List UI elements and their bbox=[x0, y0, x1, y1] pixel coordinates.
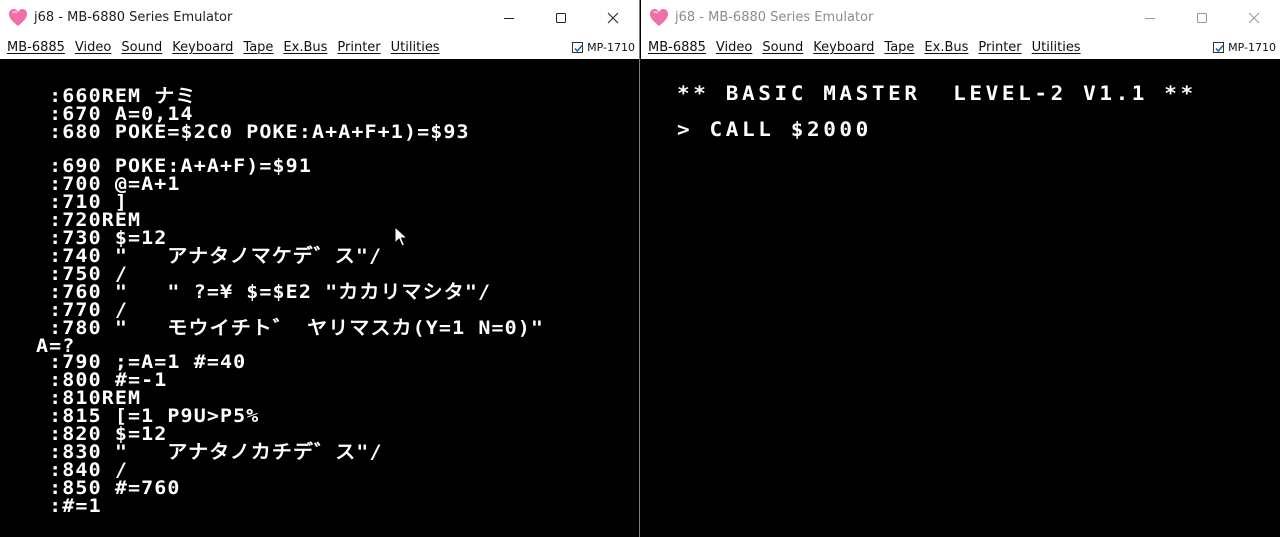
menu-bar: MB-6885 Video Sound Keyboard Tape Ex.Bus… bbox=[0, 35, 639, 59]
checkbox[interactable] bbox=[572, 41, 584, 53]
menu-item-mb-6885[interactable]: MB-6885 bbox=[2, 40, 70, 55]
menu-item-tape[interactable]: Tape bbox=[879, 40, 919, 55]
menu-item-sound[interactable]: Sound bbox=[757, 40, 808, 55]
mp-1710-label: MP-1710 bbox=[587, 40, 635, 54]
maximize-icon bbox=[556, 12, 566, 23]
minimize-button[interactable] bbox=[483, 0, 535, 35]
title-bar[interactable]: j68 - MB-6880 Series Emulator bbox=[0, 0, 639, 35]
emulator-window-left: j68 - MB-6880 Series Emulator MB-6885 Vi… bbox=[0, 0, 640, 537]
screen-text-line: > CALL $2000 bbox=[677, 118, 872, 141]
heart-app-icon bbox=[650, 8, 668, 26]
menu-item-ex-bus[interactable]: Ex.Bus bbox=[278, 40, 332, 55]
minimize-icon bbox=[1145, 17, 1155, 19]
menu-item-utilities[interactable]: Utilities bbox=[386, 40, 445, 55]
window-title: j68 - MB-6880 Series Emulator bbox=[34, 10, 233, 25]
screen-text-line: :680 POKE=$2C0 POKE:A+A+F+1)=$93 bbox=[36, 120, 470, 143]
minimize-button[interactable] bbox=[1124, 0, 1176, 35]
screen-text-line: ** BASIC MASTER LEVEL-2 V1.1 ** bbox=[677, 82, 1197, 105]
emulator-window-right: j68 - MB-6880 Series Emulator MB-6885 Vi… bbox=[641, 0, 1280, 537]
heart-app-icon bbox=[9, 8, 27, 26]
maximize-button[interactable] bbox=[1176, 0, 1228, 35]
maximize-icon bbox=[1197, 12, 1207, 23]
menu-item-utilities[interactable]: Utilities bbox=[1027, 40, 1086, 55]
checkbox[interactable] bbox=[1213, 41, 1225, 53]
mp-1710-label: MP-1710 bbox=[1228, 40, 1276, 54]
menu-item-keyboard[interactable]: Keyboard bbox=[167, 40, 238, 55]
menu-item-sound[interactable]: Sound bbox=[116, 40, 167, 55]
mp-1710-toggle[interactable]: MP-1710 bbox=[1213, 35, 1276, 59]
menu-item-printer[interactable]: Printer bbox=[973, 40, 1026, 55]
emulator-screen[interactable]: :660REM ナミ :670 A=0,14 :680 POKE=$2C0 PO… bbox=[0, 59, 639, 537]
title-bar[interactable]: j68 - MB-6880 Series Emulator bbox=[641, 0, 1280, 35]
screen-text-line: :780 " モウイチト゛ ヤリマスカ(Y=1 N=0)" bbox=[36, 316, 545, 339]
screen-text-line: :#=1 bbox=[36, 494, 102, 517]
menu-item-video[interactable]: Video bbox=[70, 40, 116, 55]
menu-item-keyboard[interactable]: Keyboard bbox=[808, 40, 879, 55]
menu-item-printer[interactable]: Printer bbox=[332, 40, 385, 55]
checkmark-icon bbox=[1215, 44, 1224, 52]
close-icon bbox=[1248, 12, 1260, 23]
close-button[interactable] bbox=[587, 0, 639, 35]
mp-1710-toggle[interactable]: MP-1710 bbox=[572, 35, 635, 59]
menu-item-mb-6885[interactable]: MB-6885 bbox=[643, 40, 711, 55]
menu-item-video[interactable]: Video bbox=[711, 40, 757, 55]
mouse-cursor-icon bbox=[394, 226, 408, 247]
menu-item-ex-bus[interactable]: Ex.Bus bbox=[919, 40, 973, 55]
emulator-screen[interactable]: ** BASIC MASTER LEVEL-2 V1.1 ** > CALL $2… bbox=[641, 59, 1280, 537]
window-title: j68 - MB-6880 Series Emulator bbox=[675, 10, 874, 25]
minimize-icon bbox=[504, 17, 514, 19]
menu-item-tape[interactable]: Tape bbox=[238, 40, 278, 55]
close-button[interactable] bbox=[1228, 0, 1280, 35]
maximize-button[interactable] bbox=[535, 0, 587, 35]
menu-bar: MB-6885 Video Sound Keyboard Tape Ex.Bus… bbox=[641, 35, 1280, 59]
close-icon bbox=[607, 12, 619, 23]
checkmark-icon bbox=[574, 44, 583, 52]
